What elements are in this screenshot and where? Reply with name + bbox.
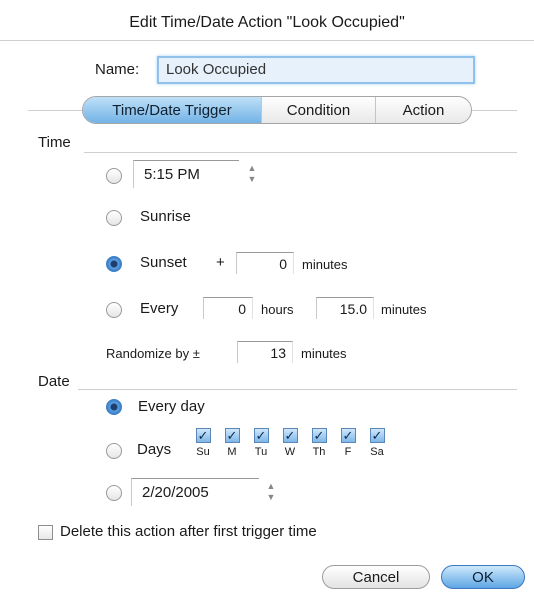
time-section-label: Time <box>38 134 71 151</box>
day-thursday-checkbox[interactable]: ✓ <box>311 428 327 443</box>
days-radio[interactable] <box>106 443 122 459</box>
hours-label: hours <box>261 302 294 317</box>
dialog-title: Edit Time/Date Action "Look Occupied" <box>129 14 405 31</box>
tab-bar: Time/Date Trigger Condition Action <box>82 96 472 124</box>
every-day-label: Every day <box>138 398 205 415</box>
time-stepper[interactable]: ▲ ▼ <box>245 160 259 188</box>
day-saturday-label: Sa <box>370 446 384 458</box>
randomize-label: Randomize by ± <box>106 346 200 361</box>
checkmark-icon: ✓ <box>313 428 325 443</box>
day-saturday-checkbox[interactable]: ✓ <box>369 428 385 443</box>
every-hours-field[interactable]: 0 <box>203 297 253 319</box>
randomize-minutes-label: minutes <box>301 346 347 361</box>
stepper-up-icon[interactable]: ▲ <box>267 482 276 491</box>
day-wednesday-label: W <box>284 446 296 458</box>
tab-time-date-trigger[interactable]: Time/Date Trigger <box>83 97 261 123</box>
sunset-offset-field[interactable]: 0 <box>236 252 294 274</box>
ok-button[interactable]: OK <box>441 565 525 589</box>
date-section-label: Date <box>38 373 70 390</box>
stepper-up-icon[interactable]: ▲ <box>248 164 257 173</box>
checkmark-icon: ✓ <box>284 428 296 443</box>
sunset-plus-sign: + <box>216 254 225 271</box>
sunrise-label: Sunrise <box>140 208 191 225</box>
day-wednesday: ✓ W <box>279 428 301 458</box>
specific-date-radio[interactable] <box>106 485 122 501</box>
day-sunday: ✓ Su <box>192 428 214 458</box>
day-monday-checkbox[interactable]: ✓ <box>224 428 240 443</box>
day-friday-checkbox[interactable]: ✓ <box>340 428 356 443</box>
sunset-minutes-label: minutes <box>302 257 348 272</box>
tab-condition[interactable]: Condition <box>261 97 375 123</box>
day-tuesday-checkbox[interactable]: ✓ <box>253 428 269 443</box>
checkmark-icon: ✓ <box>226 428 238 443</box>
day-monday: ✓ M <box>221 428 243 458</box>
checkmark-icon: ✓ <box>342 428 354 443</box>
delete-after-label: Delete this action after first trigger t… <box>60 523 317 540</box>
date-stepper[interactable]: ▲ ▼ <box>264 478 278 506</box>
checkmark-icon: ✓ <box>197 428 209 443</box>
day-wednesday-checkbox[interactable]: ✓ <box>282 428 298 443</box>
sunrise-radio[interactable] <box>106 210 122 226</box>
sunset-radio[interactable] <box>106 256 122 272</box>
time-section-divider <box>84 152 517 153</box>
day-friday: ✓ F <box>337 428 359 458</box>
day-saturday: ✓ Sa <box>366 428 388 458</box>
delete-after-checkbox[interactable] <box>38 525 53 540</box>
time-field[interactable]: 5:15 PM <box>133 160 239 188</box>
day-friday-label: F <box>344 446 352 458</box>
time-specific-radio[interactable] <box>106 168 122 184</box>
day-monday-label: M <box>227 446 237 458</box>
title-divider <box>0 40 534 41</box>
day-sunday-label: Su <box>196 446 210 458</box>
day-tuesday-label: Tu <box>254 446 268 458</box>
every-minutes-label: minutes <box>381 302 427 317</box>
every-day-radio[interactable] <box>106 399 122 415</box>
name-label: Name: <box>95 61 140 78</box>
date-section-divider <box>78 389 517 390</box>
tab-action[interactable]: Action <box>375 97 471 123</box>
stepper-down-icon[interactable]: ▼ <box>248 175 257 184</box>
every-minutes-field[interactable]: 15.0 <box>316 297 374 319</box>
name-input[interactable]: Look Occupied <box>157 56 475 84</box>
stepper-down-icon[interactable]: ▼ <box>267 493 276 502</box>
randomize-field[interactable]: 13 <box>237 341 293 363</box>
day-thursday: ✓ Th <box>308 428 330 458</box>
days-label: Days <box>137 441 172 458</box>
date-field[interactable]: 2/20/2005 <box>131 478 259 506</box>
sunset-label: Sunset <box>140 254 187 271</box>
tabs-divider-left <box>28 110 82 111</box>
every-label: Every <box>140 300 179 317</box>
day-sunday-checkbox[interactable]: ✓ <box>195 428 211 443</box>
day-tuesday: ✓ Tu <box>250 428 272 458</box>
tabs-divider-right <box>472 110 517 111</box>
checkmark-icon: ✓ <box>255 428 267 443</box>
day-thursday-label: Th <box>312 446 326 458</box>
cancel-button[interactable]: Cancel <box>322 565 430 589</box>
checkmark-icon: ✓ <box>371 428 383 443</box>
every-radio[interactable] <box>106 302 122 318</box>
